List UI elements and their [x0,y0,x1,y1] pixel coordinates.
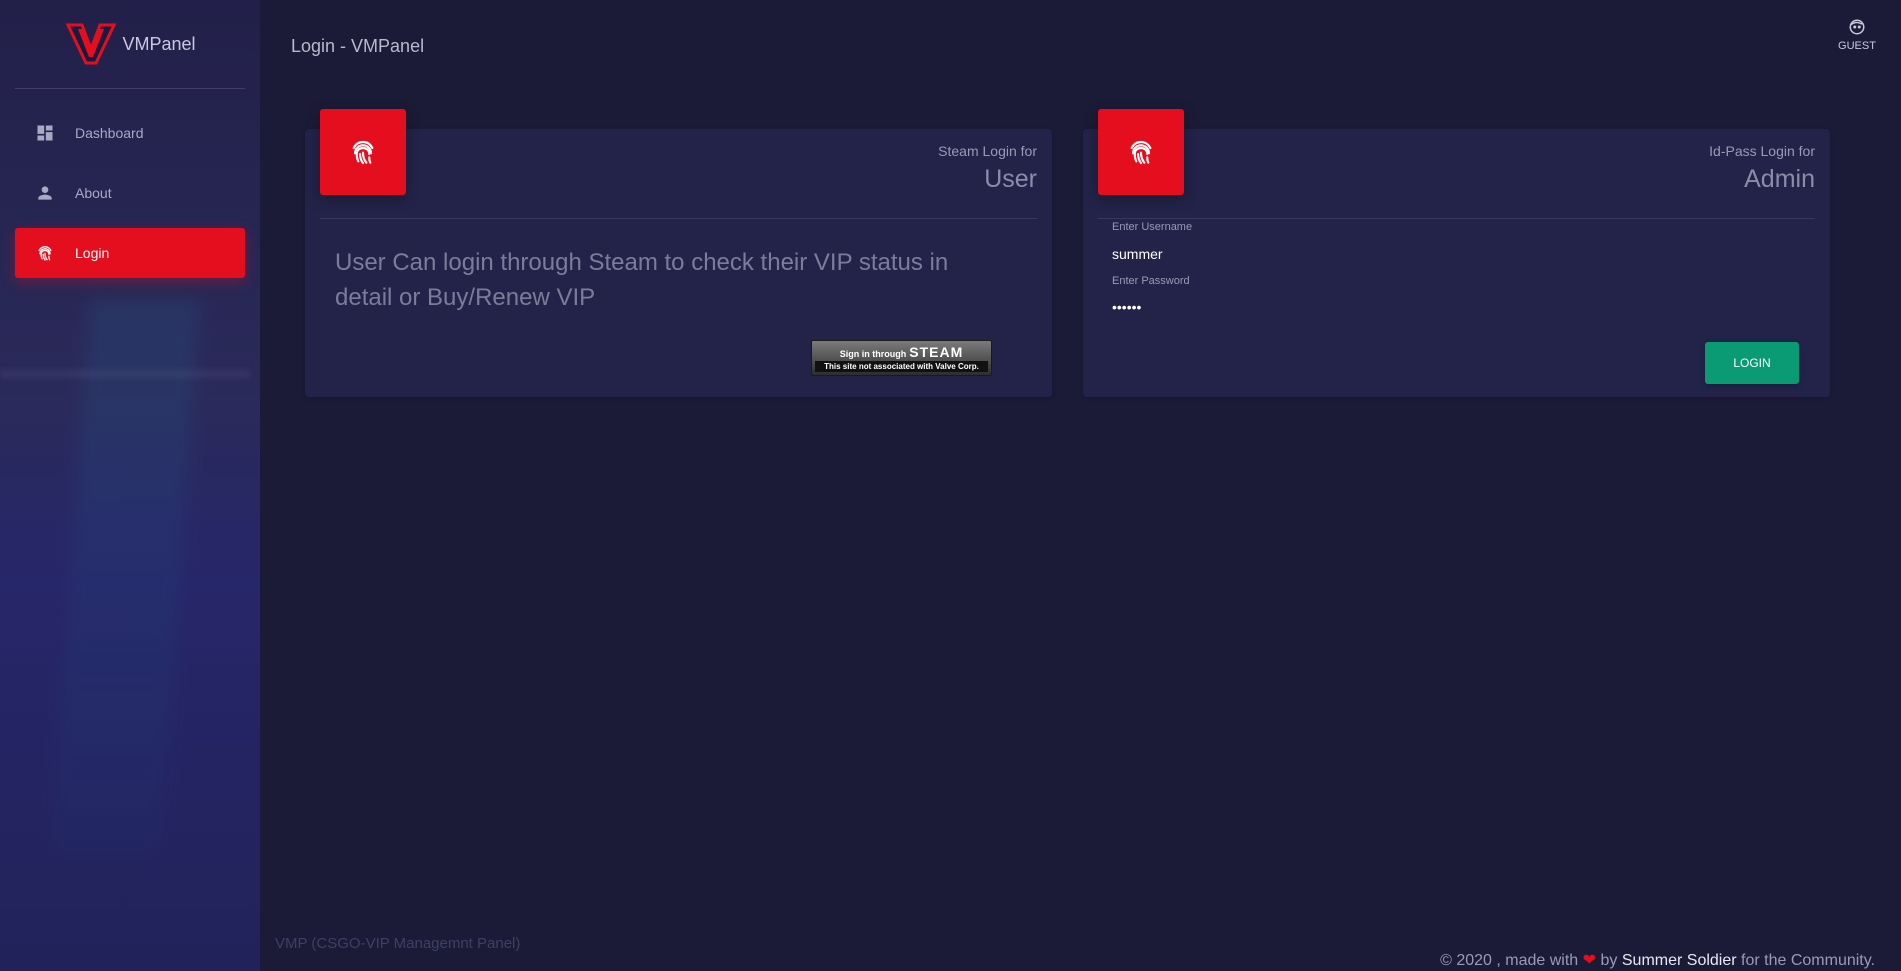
footer-credits: © 2020 , made with ❤ by Summer Soldier f… [1440,950,1875,970]
card-divider [320,218,1037,219]
steam-login-card: Steam Login for User User Can login thro… [305,109,1052,397]
card-title: Admin [1744,165,1815,193]
card-title: User [984,165,1037,193]
steam-button-top: Sign in through STEAM [812,341,991,360]
card-category: Steam Login for [938,143,1037,159]
sidebar-item-login[interactable]: Login [15,228,245,278]
login-button[interactable]: LOGIN [1705,342,1799,384]
steam-button-disclaimer: This site not associated with Valve Corp… [815,361,988,372]
sidebar-nav: Dashboard About Login [15,108,245,288]
page-title: Login - VMPanel [291,36,425,56]
sidebar-background-art-line [0,370,250,378]
fingerprint-icon [35,243,55,263]
sidebar-background-art [50,300,200,860]
admin-login-card: Id-Pass Login for Admin Enter Username E… [1083,109,1830,397]
sidebar-item-dashboard[interactable]: Dashboard [15,108,245,158]
user-label: GUEST [1838,40,1876,52]
footer-app-name: VMP (CSGO-VIP Managemnt Panel) [275,935,521,952]
sidebar-item-about[interactable]: About [15,168,245,218]
vmpanel-logo-icon [66,23,117,65]
card-category: Id-Pass Login for [1709,143,1815,159]
sidebar-item-label: Login [75,245,110,261]
footer-by: by [1600,952,1618,969]
brand-divider [15,88,245,89]
sidebar-item-label: Dashboard [75,125,144,141]
card-description: User Can login through Steam to check th… [335,249,949,311]
username-input[interactable] [1112,242,1802,266]
card-icon-badge [1098,109,1184,195]
steam-signin-button[interactable]: Sign in through STEAM This site not assoc… [811,340,992,376]
person-icon [35,183,55,203]
steam-button-top-text: Sign in through [839,349,907,359]
footer-prefix: © 2020 , made with [1440,952,1579,969]
card-icon-badge [320,109,406,195]
face-icon [1849,19,1865,35]
brand-name: VMPanel [122,33,196,54]
steam-logo-text: STEAM [909,344,964,360]
password-input[interactable] [1112,295,1802,319]
dashboard-icon [35,123,55,143]
password-label: Enter Password [1112,275,1190,287]
fingerprint-icon [352,140,374,165]
username-label: Enter Username [1112,221,1193,233]
brand[interactable]: VMPanel [0,0,260,88]
card-divider [1098,218,1815,219]
heart-icon: ❤ [1582,952,1597,969]
user-menu[interactable]: GUEST [1832,18,1882,52]
fingerprint-icon [1130,140,1152,165]
sidebar-item-label: About [75,185,112,201]
sidebar: VMPanel Dashboard About Login [0,0,260,971]
author-link[interactable]: Summer Soldier [1622,952,1737,969]
footer-suffix: for the Community. [1741,952,1875,969]
